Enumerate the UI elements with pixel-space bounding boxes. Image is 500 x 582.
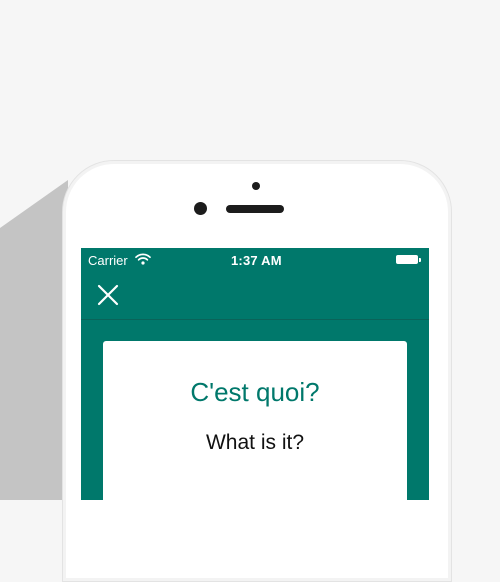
battery-tip: [419, 258, 421, 262]
front-camera: [194, 202, 207, 215]
wifi-icon: [135, 253, 151, 265]
proximity-sensor: [252, 182, 260, 190]
earpiece-speaker: [226, 205, 284, 213]
flashcard[interactable]: C'est quoi? What is it?: [103, 341, 407, 500]
app-screen: Carrier 1:37 AM C'est quoi? What is it?: [81, 248, 429, 500]
nav-bar: [81, 272, 429, 320]
card-translation: What is it?: [205, 431, 305, 454]
close-button[interactable]: [93, 280, 123, 310]
card-question: C'est quoi?: [190, 377, 320, 407]
close-icon: [97, 284, 119, 306]
carrier-label: Carrier: [88, 253, 128, 268]
status-bar: Carrier 1:37 AM: [81, 248, 429, 272]
status-time: 1:37 AM: [231, 253, 282, 268]
battery-icon: [396, 255, 418, 264]
